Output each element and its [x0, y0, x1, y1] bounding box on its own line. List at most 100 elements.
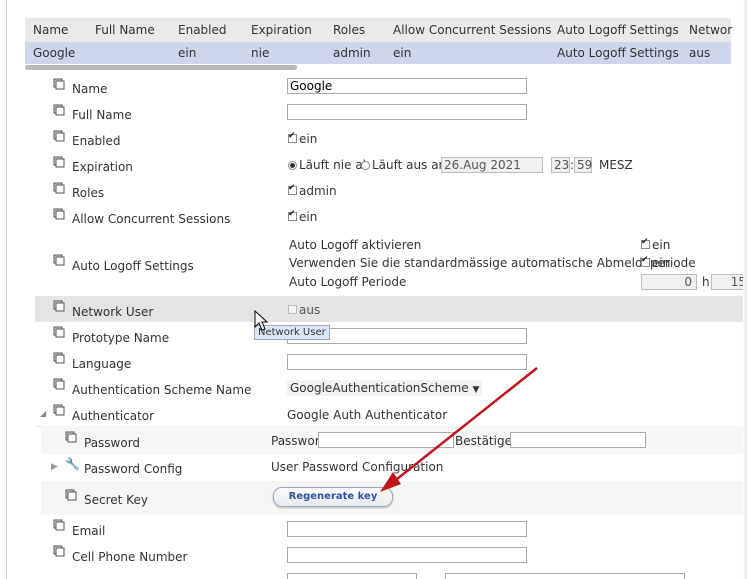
- col-auto-logoff[interactable]: Auto Logoff Settings: [557, 23, 679, 37]
- logoff-minutes-input[interactable]: 15: [711, 274, 747, 290]
- partial-input[interactable]: [445, 573, 685, 579]
- name-label: Name: [72, 82, 108, 96]
- expires-on-radio[interactable]: [361, 161, 370, 170]
- default-period-label: Verwenden Sie die standardmässige automa…: [289, 256, 696, 270]
- password-label: Password: [84, 436, 141, 450]
- default-period-checkbox[interactable]: [641, 255, 650, 267]
- enabled-checkbox[interactable]: [288, 131, 297, 143]
- row-network-user: Network User aus: [35, 296, 747, 323]
- row-expiration: Expiration Läuft nie ab Läuft aus am 26.…: [35, 152, 747, 179]
- row-auto-logoff: Auto Logoff Settings Auto Logoff aktivie…: [35, 230, 747, 297]
- logoff-period-label: Auto Logoff Periode: [289, 275, 407, 289]
- secret-key-label: Secret Key: [84, 493, 148, 507]
- auto-logoff-label: Auto Logoff Settings: [72, 259, 194, 273]
- confirm-password-input[interactable]: [510, 432, 646, 448]
- expiration-date-input[interactable]: 26.Aug 2021: [441, 157, 543, 173]
- panel-edge: [743, 0, 747, 579]
- property-icon: [53, 156, 65, 168]
- name-input[interactable]: Google: [287, 78, 527, 94]
- roles-label: Roles: [72, 186, 105, 200]
- row-roles: Roles admin: [35, 178, 747, 205]
- row-authenticator: ◢ Authenticator Google Auth Authenticato…: [35, 400, 747, 427]
- network-user-checkbox[interactable]: [288, 305, 297, 314]
- row-password-config: ▶ 🔧 Password Config User Password Config…: [41, 454, 747, 482]
- auth-scheme-select[interactable]: GoogleAuthenticationScheme ▼: [287, 380, 483, 396]
- cell-enabled: ein: [178, 46, 197, 60]
- never-expires-label: Läuft nie ab: [299, 158, 371, 172]
- password-config-label: Password Config: [84, 462, 183, 476]
- cell-roles: admin: [333, 46, 371, 60]
- col-name[interactable]: Name: [33, 23, 68, 37]
- property-icon: [53, 545, 65, 557]
- property-icon: [53, 300, 65, 312]
- concurrent-checkbox[interactable]: [288, 209, 297, 221]
- admin-role-checkbox[interactable]: [288, 183, 297, 195]
- full-name-input[interactable]: [287, 104, 527, 120]
- network-user-tooltip: Network User: [254, 325, 330, 340]
- enabled-value: ein: [299, 132, 318, 146]
- col-network[interactable]: Networ: [689, 23, 732, 37]
- cell-phone-input[interactable]: [287, 547, 527, 563]
- cell-phone-label: Cell Phone Number: [72, 550, 188, 564]
- row-email: Email: [35, 515, 747, 542]
- row-concurrent-sessions: Allow Concurrent Sessions ein: [35, 204, 747, 231]
- property-icon: [65, 431, 77, 443]
- language-label: Language: [72, 357, 132, 371]
- partial-input[interactable]: [287, 573, 417, 579]
- auto-logoff-enable-label: Auto Logoff aktivieren: [289, 238, 422, 252]
- default-period-value: ein: [652, 256, 671, 270]
- password-field-label: Passwort: [271, 434, 325, 448]
- summary-header-row: Name Full Name Enabled Expiration Roles …: [25, 18, 732, 42]
- language-input[interactable]: [287, 354, 527, 370]
- property-icon: [53, 404, 65, 416]
- row-full-name: Full Name: [35, 100, 747, 127]
- row-enabled: Enabled ein: [35, 126, 747, 153]
- table-row[interactable]: Google ein nie admin ein Auto Logoff Set…: [25, 42, 731, 64]
- cell-concurrent: ein: [393, 46, 412, 60]
- row-secret-key: Secret Key: [41, 481, 747, 516]
- row-name: Name Google: [35, 74, 747, 101]
- collapse-icon[interactable]: ◢: [40, 409, 46, 418]
- logoff-hours-input[interactable]: 0: [641, 274, 697, 290]
- property-icon: [53, 78, 65, 90]
- col-full-name[interactable]: Full Name: [95, 23, 155, 37]
- row-cell-phone: Cell Phone Number: [35, 541, 747, 568]
- col-expiration[interactable]: Expiration: [251, 23, 312, 37]
- expand-icon[interactable]: ▶: [51, 462, 58, 472]
- row-prototype-name: Prototype Name: [35, 322, 747, 349]
- network-user-value: aus: [299, 303, 321, 317]
- expiration-hour-input[interactable]: 23: [551, 157, 570, 173]
- chevron-down-icon: ▼: [472, 385, 480, 395]
- property-icon: [53, 352, 65, 364]
- expiration-label: Expiration: [72, 160, 133, 174]
- property-icon: [53, 254, 65, 266]
- cell-expiration: nie: [251, 46, 270, 60]
- network-user-label: Network User: [72, 305, 154, 319]
- property-icon: [53, 182, 65, 194]
- property-icon: [53, 326, 65, 338]
- authenticator-label: Authenticator: [72, 409, 155, 423]
- cell-name: Google: [33, 46, 76, 60]
- auth-scheme-value: GoogleAuthenticationScheme: [290, 381, 469, 395]
- col-roles[interactable]: Roles: [333, 23, 365, 37]
- enabled-label: Enabled: [72, 134, 121, 148]
- expiration-minute-input[interactable]: 59: [574, 157, 592, 173]
- row-password: Password Passwort Bestätigen: [41, 426, 747, 455]
- summary-table: Name Full Name Enabled Expiration Roles …: [25, 18, 735, 70]
- property-icon: [53, 104, 65, 116]
- row-auth-scheme: Authentication Scheme Name GoogleAuthent…: [35, 374, 747, 401]
- never-expires-radio[interactable]: [288, 161, 297, 170]
- horizontal-scrollbar[interactable]: [25, 65, 297, 70]
- col-concurrent[interactable]: Allow Concurrent Sessions: [393, 23, 551, 37]
- admin-role-label: admin: [299, 184, 337, 198]
- auto-logoff-enable-checkbox[interactable]: [641, 237, 650, 249]
- col-enabled[interactable]: Enabled: [178, 23, 227, 37]
- property-icon: [53, 208, 65, 220]
- row-language: Language: [35, 348, 747, 375]
- regenerate-key-button[interactable]: Regenerate key: [273, 487, 393, 507]
- concurrent-label: Allow Concurrent Sessions: [72, 212, 231, 226]
- property-icon: [53, 130, 65, 142]
- email-input[interactable]: [287, 521, 527, 537]
- password-input[interactable]: [318, 432, 454, 448]
- cell-network: aus: [689, 46, 711, 60]
